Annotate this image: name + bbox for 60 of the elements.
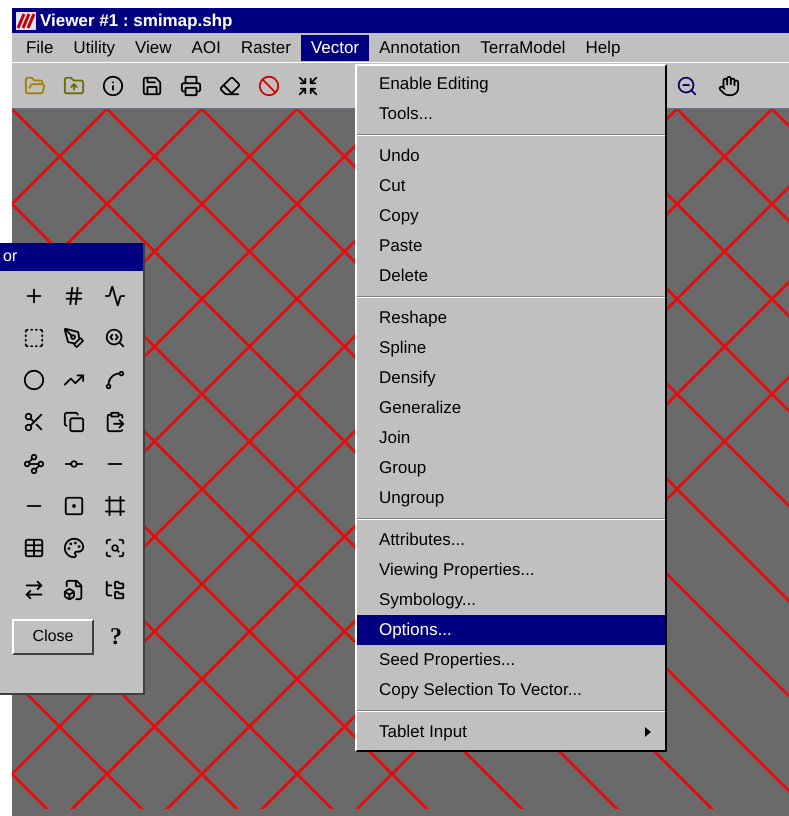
table-icon[interactable] — [23, 537, 46, 559]
dashed-circle-icon[interactable] — [23, 369, 46, 391]
menu-option[interactable]: Copy — [357, 201, 665, 231]
menu-item[interactable]: File — [16, 34, 64, 60]
menu-item[interactable]: Utility — [63, 34, 125, 60]
menu-option[interactable]: Reshape — [357, 303, 665, 333]
menu-option[interactable]: Tablet Input — [357, 717, 665, 747]
shrink-icon[interactable] — [297, 74, 319, 96]
eraser-icon[interactable] — [219, 74, 241, 96]
menu-item[interactable]: AOI — [182, 34, 231, 60]
menu-option[interactable]: Cut — [357, 171, 665, 201]
pen-icon[interactable] — [63, 327, 86, 349]
scissors-icon[interactable] — [23, 411, 46, 433]
save-icon[interactable] — [141, 74, 163, 96]
menu-option[interactable]: Symbology... — [357, 585, 665, 615]
hand-icon[interactable] — [718, 74, 740, 96]
menu-option[interactable]: Generalize — [357, 393, 665, 423]
menu-option[interactable]: Seed Properties... — [357, 645, 665, 675]
menu-option[interactable]: Join — [357, 423, 665, 453]
printer-icon[interactable] — [180, 74, 202, 96]
zoom-out-icon[interactable] — [676, 74, 698, 96]
square-node-icon[interactable] — [63, 495, 86, 517]
folder-up-icon[interactable] — [63, 74, 85, 96]
menu-option[interactable]: Spline — [357, 333, 665, 363]
menu-option[interactable]: Densify — [357, 363, 665, 393]
palette-icon[interactable] — [63, 537, 86, 559]
dashed-square-icon[interactable] — [23, 327, 46, 349]
menu-item[interactable]: Vector — [300, 34, 370, 60]
help-button[interactable]: ? — [110, 619, 122, 655]
palette-title: or — [2, 247, 18, 267]
frame-icon[interactable] — [104, 495, 126, 517]
menu-item[interactable]: Raster — [230, 34, 301, 60]
menu-option[interactable]: Attributes... — [357, 525, 665, 555]
curve-nodes-icon[interactable] — [23, 453, 46, 475]
menu-option[interactable]: Viewing Properties... — [357, 555, 665, 585]
app-logo-icon — [16, 12, 36, 30]
menu-option[interactable]: Tools... — [357, 99, 665, 129]
menu-item[interactable]: View — [124, 34, 182, 60]
close-button[interactable]: Close — [12, 619, 94, 655]
window-title: Viewer #1 : smimap.shp — [40, 10, 232, 32]
polyline-icon[interactable] — [104, 285, 126, 307]
menu-option[interactable]: Undo — [357, 141, 665, 171]
menu-option[interactable]: Copy Selection To Vector... — [357, 675, 665, 705]
menu-option[interactable]: Paste — [357, 231, 665, 261]
menu-item[interactable]: Annotation — [369, 34, 470, 60]
menu-option[interactable]: Enable Editing — [357, 69, 665, 99]
magnifier-icon[interactable] — [104, 327, 126, 349]
info-icon[interactable] — [102, 74, 124, 96]
menu-option[interactable]: Group — [357, 453, 665, 483]
menu-option[interactable]: Ungroup — [357, 483, 665, 513]
file-box-icon[interactable] — [63, 579, 86, 601]
folder-tree-icon[interactable] — [104, 579, 126, 601]
select-scan-icon[interactable] — [104, 537, 126, 559]
submenu-arrow-icon — [645, 727, 651, 737]
no-symbol-icon[interactable] — [258, 74, 280, 96]
menu-item[interactable]: TerraModel — [470, 34, 576, 60]
copy-icon[interactable] — [63, 411, 86, 433]
menu-option[interactable]: Options... — [357, 615, 665, 645]
menu-item[interactable]: Help — [575, 34, 630, 60]
menu-option[interactable]: Delete — [357, 261, 665, 291]
